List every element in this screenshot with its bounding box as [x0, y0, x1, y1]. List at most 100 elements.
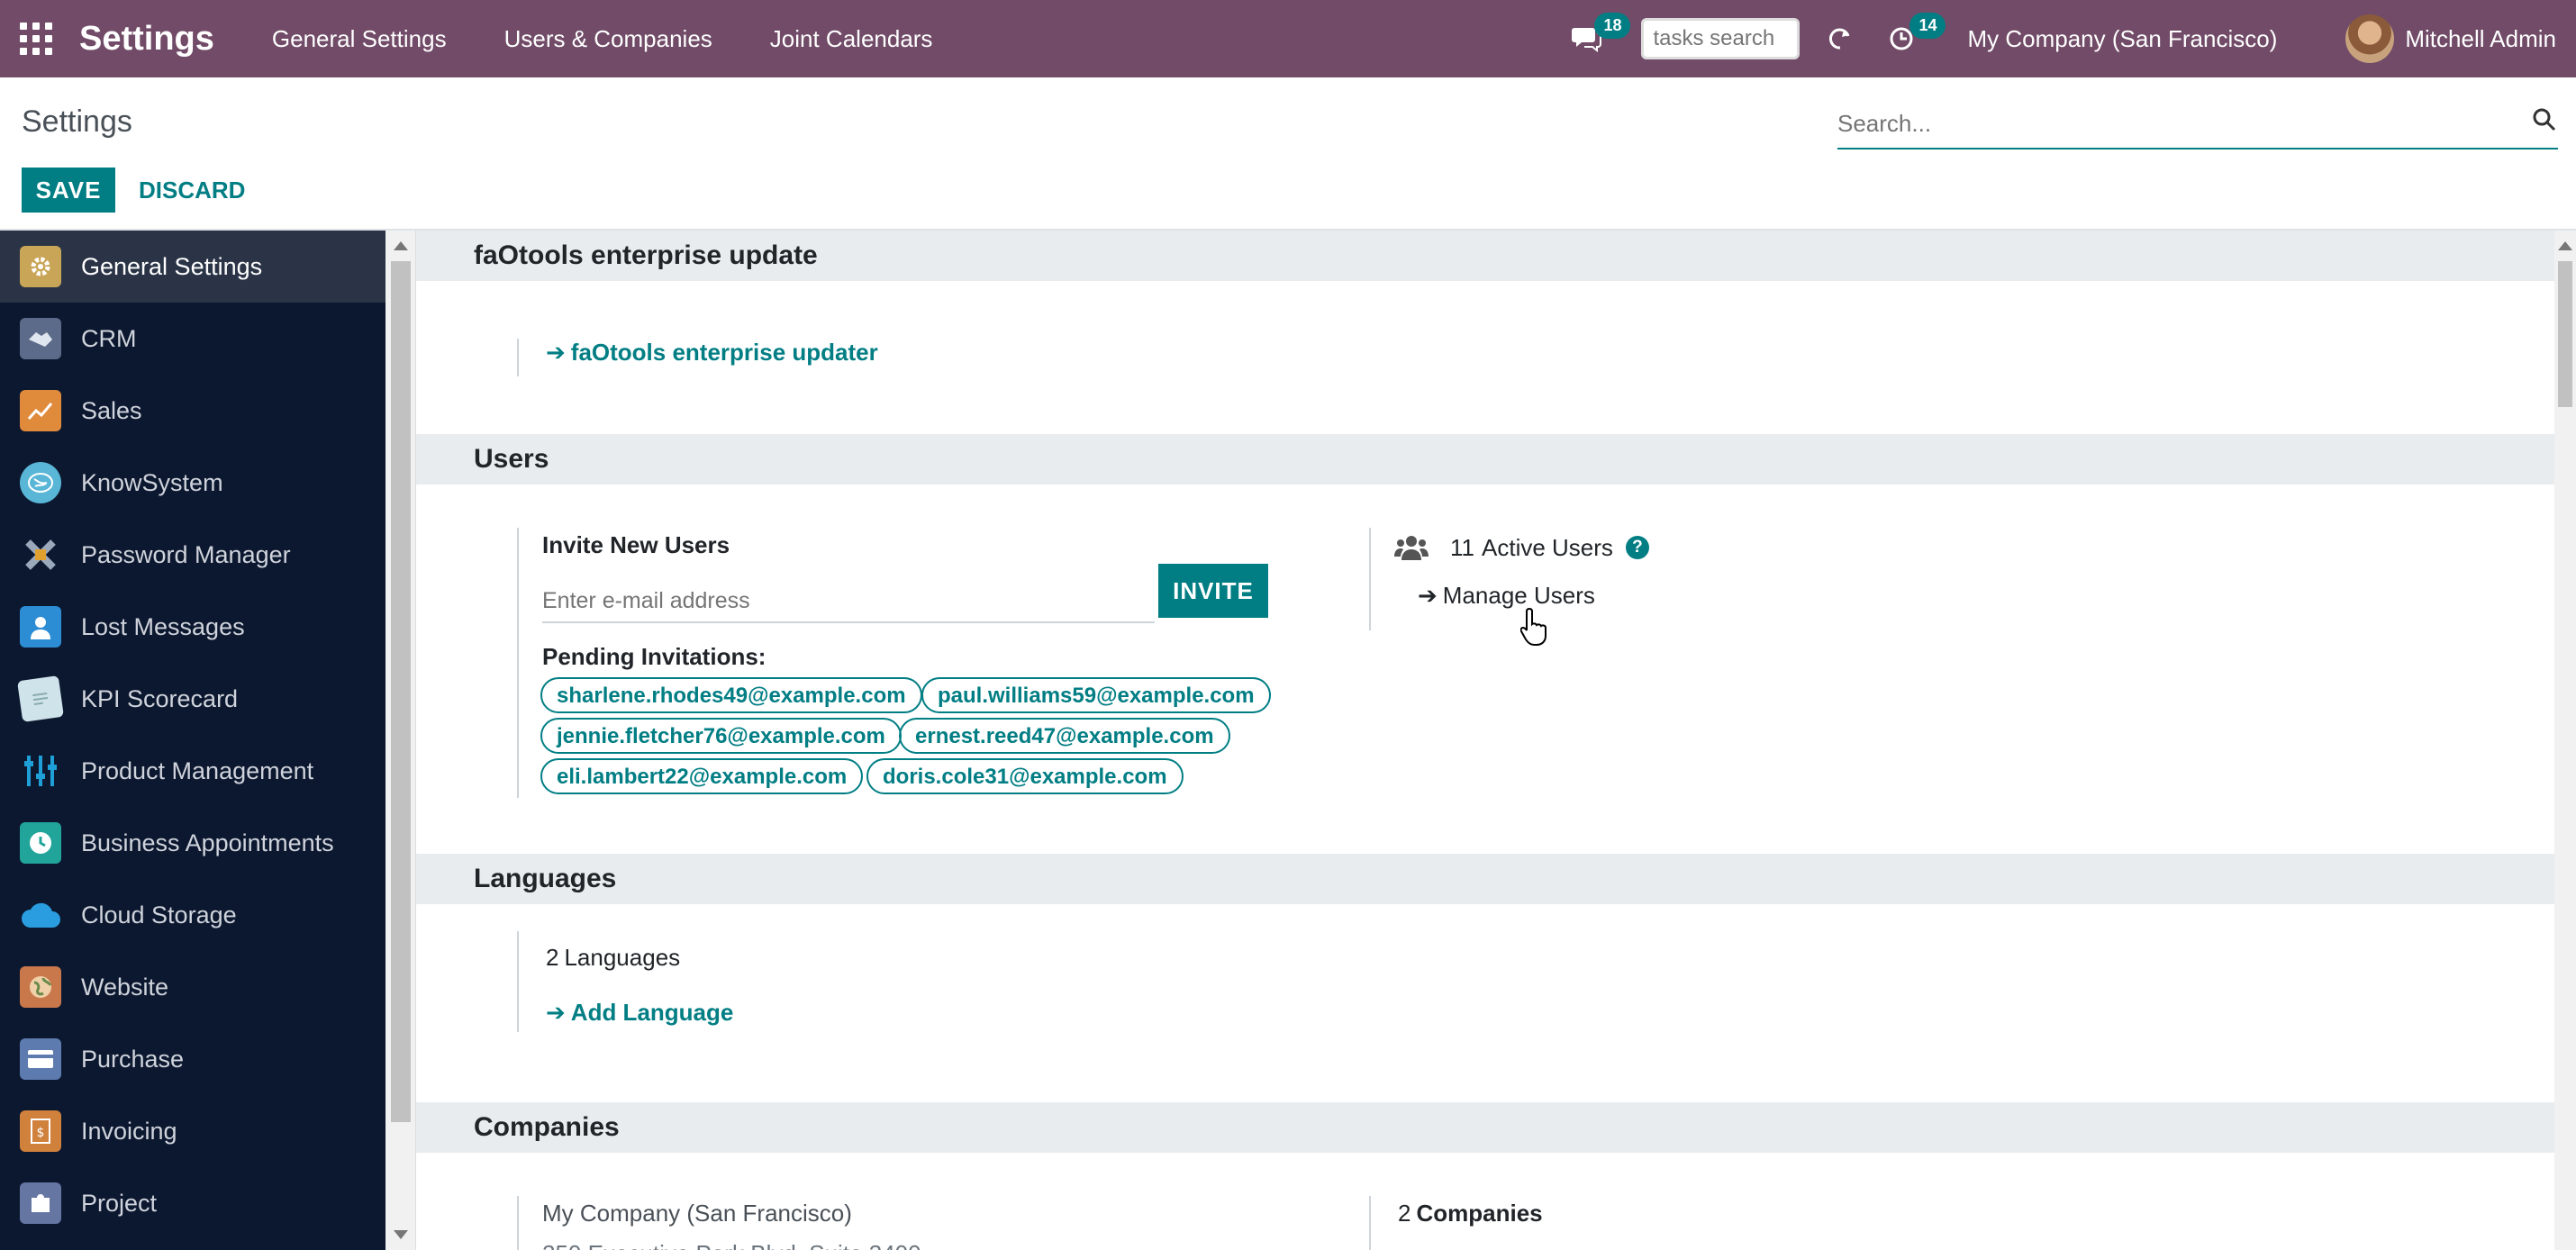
cloud-icon — [20, 894, 61, 936]
gear-icon — [20, 246, 61, 287]
invoice-icon: $ — [20, 1110, 61, 1152]
messages-badge: 18 — [1594, 13, 1631, 39]
companies-count-box: 2 Companies — [1369, 1196, 1909, 1250]
sidebar-item-label: General Settings — [81, 252, 263, 280]
invite-button[interactable]: INVITE — [1158, 564, 1268, 618]
help-icon[interactable]: ? — [1625, 536, 1649, 559]
sidebar-item-cloud-storage[interactable]: Cloud Storage — [0, 879, 385, 951]
refresh-button[interactable] — [1819, 18, 1861, 59]
pending-invitation-pill[interactable]: eli.lambert22@example.com — [540, 758, 864, 794]
sidebar-item-knowsystem[interactable]: KnowSystem — [0, 447, 385, 519]
sidebar-item-label: Business Appointments — [81, 829, 334, 856]
add-language-link[interactable]: ➔ Add Language — [546, 999, 733, 1027]
companies-count: 2 — [1398, 1200, 1411, 1227]
clock-icon — [20, 822, 61, 864]
invite-email-input[interactable] — [542, 580, 1155, 623]
top-navbar: Settings General Settings Users & Compan… — [0, 0, 2576, 77]
active-users-count: 11 — [1450, 533, 1474, 561]
scroll-up-arrow-icon[interactable] — [2558, 241, 2572, 250]
arrow-right-icon: ➔ — [546, 339, 566, 366]
sidebar-item-label: Invoicing — [81, 1117, 177, 1145]
save-button[interactable]: SAVE — [22, 168, 115, 213]
active-users-label: Active Users — [1482, 533, 1613, 561]
languages-box: 2 Languages ➔ Add Language — [517, 931, 733, 1032]
user-avatar[interactable] — [2345, 14, 2395, 63]
hand-pointer-icon — [1520, 607, 1547, 646]
card-icon — [20, 1038, 61, 1080]
cross-icon — [20, 534, 61, 575]
sliders-icon — [20, 750, 61, 792]
sidebar-item-crm[interactable]: CRM — [0, 303, 385, 375]
sidebar-item-business-appointments[interactable]: Business Appointments — [0, 807, 385, 879]
sidebar-item-label: KnowSystem — [81, 468, 223, 496]
sidebar-item-label: CRM — [81, 324, 137, 352]
pending-invitation-pill[interactable]: ernest.reed47@example.com — [899, 718, 1230, 754]
person-icon — [20, 606, 61, 648]
invite-label: Invite New Users — [542, 531, 730, 558]
sidebar-item-general-settings[interactable]: General Settings — [0, 231, 385, 303]
sidebar-item-label: Product Management — [81, 756, 314, 784]
pending-invitation-pill[interactable]: sharlene.rhodes49@example.com — [540, 677, 922, 713]
refresh-icon — [1829, 28, 1850, 50]
sidebar-item-sales[interactable]: Sales — [0, 375, 385, 447]
sidebar-item-project[interactable]: Project — [0, 1167, 385, 1239]
search-icon[interactable] — [2531, 106, 2558, 133]
messages-button[interactable]: 18 — [1565, 13, 1631, 59]
sidebar-item-purchase[interactable]: Purchase — [0, 1023, 385, 1095]
svg-text:$: $ — [37, 1126, 45, 1140]
company-box: My Company (San Francisco) 250 Executive… — [517, 1196, 1057, 1250]
brain-icon — [20, 462, 61, 503]
company-name: My Company (San Francisco) — [542, 1200, 852, 1227]
companies-count-row: 2 Companies — [1398, 1200, 1909, 1227]
user-menu[interactable]: Mitchell Admin — [2405, 25, 2556, 53]
sidebar-item-label: Lost Messages — [81, 612, 245, 640]
languages-count-row: 2 Languages — [546, 944, 733, 972]
section-title-update: faOtools enterprise update — [416, 231, 2558, 281]
update-box: ➔ faOtools enterprise updater — [517, 339, 878, 376]
sidebar-item-lost-messages[interactable]: Lost Messages — [0, 591, 385, 663]
active-users-row: 11 Active Users ? — [1394, 533, 1909, 562]
sidebar-item-label: Purchase — [81, 1045, 185, 1073]
scroll-up-arrow-icon[interactable] — [394, 241, 408, 250]
company-switcher[interactable]: My Company (San Francisco) — [1967, 25, 2277, 53]
app-brand[interactable]: Settings — [79, 20, 214, 59]
sidebar-item-label: Cloud Storage — [81, 901, 237, 928]
enterprise-updater-link[interactable]: ➔ faOtools enterprise updater — [546, 339, 878, 367]
sidebar-item-password-manager[interactable]: Password Manager — [0, 519, 385, 591]
section-title-languages: Languages — [416, 854, 2558, 904]
handshake-icon — [20, 318, 61, 359]
control-panel: Settings SAVE DISCARD — [0, 77, 2576, 231]
pending-invitation-pill[interactable]: paul.williams59@example.com — [921, 677, 1271, 713]
apps-menu-icon[interactable] — [20, 23, 52, 55]
chart-icon — [20, 390, 61, 431]
sidebar-scrollbar[interactable] — [385, 231, 416, 1250]
companies-count-label: Companies — [1416, 1200, 1543, 1227]
activities-button[interactable]: 14 — [1881, 13, 1946, 59]
manage-users-label: Manage Users — [1442, 582, 1595, 609]
users-icon — [1394, 536, 1429, 560]
discard-button[interactable]: DISCARD — [126, 168, 258, 213]
settings-search — [1837, 97, 2558, 149]
sidebar-item-kpi-scorecard[interactable]: KPI Scorecard — [0, 663, 385, 735]
menu-general-settings[interactable]: General Settings — [272, 25, 447, 53]
sidebar-item-label: Password Manager — [81, 540, 291, 568]
settings-search-input[interactable] — [1837, 97, 2504, 142]
menu-joint-calendars[interactable]: Joint Calendars — [770, 25, 933, 53]
section-title-users: Users — [416, 434, 2558, 485]
tasks-search-input[interactable] — [1641, 18, 1800, 59]
menu-users-companies[interactable]: Users & Companies — [504, 25, 712, 53]
settings-content: faOtools enterprise update ➔ faOtools en… — [416, 231, 2558, 1250]
sidebar-item-invoicing[interactable]: $ Invoicing — [0, 1095, 385, 1167]
sidebar-item-product-management[interactable]: Product Management — [0, 735, 385, 807]
manage-users-link[interactable]: ➔ Manage Users — [1418, 582, 1909, 610]
sidebar-item-website[interactable]: Website — [0, 951, 385, 1023]
scrollbar-thumb[interactable] — [391, 261, 411, 1122]
pending-invitation-pill[interactable]: jennie.fletcher76@example.com — [540, 718, 902, 754]
arrow-right-icon: ➔ — [1418, 582, 1438, 609]
pending-invitation-pill[interactable]: doris.cole31@example.com — [866, 758, 1184, 794]
scrollbar-thumb[interactable] — [2558, 261, 2572, 407]
scroll-down-arrow-icon[interactable] — [394, 1230, 408, 1239]
languages-count-label: Languages — [564, 944, 681, 971]
sidebar-item-label: Website — [81, 973, 169, 1001]
content-scrollbar[interactable] — [2554, 231, 2576, 1250]
